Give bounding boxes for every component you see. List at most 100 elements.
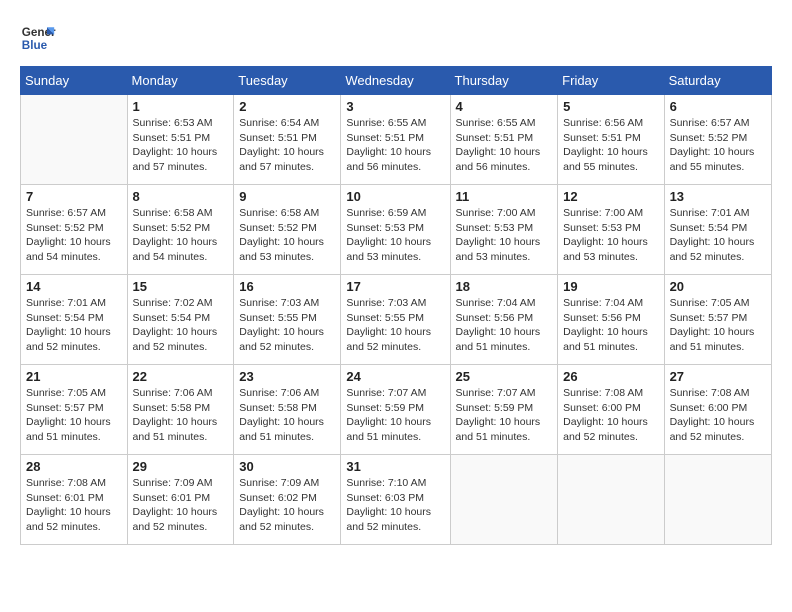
day-cell: 15 Sunrise: 7:02 AM Sunset: 5:54 PM Dayli… — [127, 275, 234, 365]
day-cell: 21 Sunrise: 7:05 AM Sunset: 5:57 PM Dayli… — [21, 365, 128, 455]
day-info: Sunrise: 7:03 AM Sunset: 5:55 PM Dayligh… — [346, 296, 444, 355]
week-row-2: 7 Sunrise: 6:57 AM Sunset: 5:52 PM Daylig… — [21, 185, 772, 275]
day-number: 1 — [133, 99, 229, 114]
day-info: Sunrise: 7:05 AM Sunset: 5:57 PM Dayligh… — [670, 296, 766, 355]
day-number: 22 — [133, 369, 229, 384]
day-info: Sunrise: 7:02 AM Sunset: 5:54 PM Dayligh… — [133, 296, 229, 355]
day-info: Sunrise: 6:58 AM Sunset: 5:52 PM Dayligh… — [133, 206, 229, 265]
page-header: General Blue — [20, 20, 772, 56]
day-number: 13 — [670, 189, 766, 204]
day-info: Sunrise: 6:59 AM Sunset: 5:53 PM Dayligh… — [346, 206, 444, 265]
day-cell: 1 Sunrise: 6:53 AM Sunset: 5:51 PM Daylig… — [127, 95, 234, 185]
day-info: Sunrise: 6:53 AM Sunset: 5:51 PM Dayligh… — [133, 116, 229, 175]
day-number: 31 — [346, 459, 444, 474]
day-number: 30 — [239, 459, 335, 474]
day-info: Sunrise: 7:03 AM Sunset: 5:55 PM Dayligh… — [239, 296, 335, 355]
day-number: 14 — [26, 279, 122, 294]
day-number: 16 — [239, 279, 335, 294]
day-number: 24 — [346, 369, 444, 384]
day-cell — [664, 455, 771, 545]
weekday-header-row: SundayMondayTuesdayWednesdayThursdayFrid… — [21, 67, 772, 95]
svg-text:Blue: Blue — [22, 39, 48, 52]
day-info: Sunrise: 6:55 AM Sunset: 5:51 PM Dayligh… — [456, 116, 553, 175]
logo-icon: General Blue — [20, 20, 56, 56]
day-cell: 17 Sunrise: 7:03 AM Sunset: 5:55 PM Dayli… — [341, 275, 450, 365]
day-cell: 6 Sunrise: 6:57 AM Sunset: 5:52 PM Daylig… — [664, 95, 771, 185]
day-info: Sunrise: 7:08 AM Sunset: 6:01 PM Dayligh… — [26, 476, 122, 535]
day-info: Sunrise: 7:01 AM Sunset: 5:54 PM Dayligh… — [26, 296, 122, 355]
day-info: Sunrise: 6:56 AM Sunset: 5:51 PM Dayligh… — [563, 116, 658, 175]
day-info: Sunrise: 7:08 AM Sunset: 6:00 PM Dayligh… — [670, 386, 766, 445]
day-number: 2 — [239, 99, 335, 114]
day-number: 21 — [26, 369, 122, 384]
day-info: Sunrise: 7:05 AM Sunset: 5:57 PM Dayligh… — [26, 386, 122, 445]
day-cell: 5Sunrise: 6:56 AM Sunset: 5:51 PM Daylig… — [558, 95, 664, 185]
day-cell: 16 Sunrise: 7:03 AM Sunset: 5:55 PM Dayli… — [234, 275, 341, 365]
day-number: 17 — [346, 279, 444, 294]
weekday-sunday: Sunday — [21, 67, 128, 95]
day-number: 20 — [670, 279, 766, 294]
day-cell: 26 Sunrise: 7:08 AM Sunset: 6:00 PM Dayli… — [558, 365, 664, 455]
day-cell — [558, 455, 664, 545]
weekday-friday: Friday — [558, 67, 664, 95]
day-cell: 30 Sunrise: 7:09 AM Sunset: 6:02 PM Dayli… — [234, 455, 341, 545]
day-info: Sunrise: 6:57 AM Sunset: 5:52 PM Dayligh… — [670, 116, 766, 175]
day-number: 10 — [346, 189, 444, 204]
day-cell: 19 Sunrise: 7:04 AM Sunset: 5:56 PM Dayli… — [558, 275, 664, 365]
day-number: 11 — [456, 189, 553, 204]
day-number: 23 — [239, 369, 335, 384]
day-number: 7 — [26, 189, 122, 204]
day-info: Sunrise: 6:58 AM Sunset: 5:52 PM Dayligh… — [239, 206, 335, 265]
weekday-wednesday: Wednesday — [341, 67, 450, 95]
logo: General Blue — [20, 20, 56, 56]
weekday-tuesday: Tuesday — [234, 67, 341, 95]
day-info: Sunrise: 7:10 AM Sunset: 6:03 PM Dayligh… — [346, 476, 444, 535]
day-number: 25 — [456, 369, 553, 384]
day-cell — [21, 95, 128, 185]
day-number: 19 — [563, 279, 658, 294]
day-cell: 29Sunrise: 7:09 AM Sunset: 6:01 PM Dayli… — [127, 455, 234, 545]
day-cell: 24 Sunrise: 7:07 AM Sunset: 5:59 PM Dayli… — [341, 365, 450, 455]
day-info: Sunrise: 7:00 AM Sunset: 5:53 PM Dayligh… — [563, 206, 658, 265]
day-info: Sunrise: 7:04 AM Sunset: 5:56 PM Dayligh… — [563, 296, 658, 355]
calendar-table: SundayMondayTuesdayWednesdayThursdayFrid… — [20, 66, 772, 545]
day-cell: 22 Sunrise: 7:06 AM Sunset: 5:58 PM Dayli… — [127, 365, 234, 455]
week-row-4: 21 Sunrise: 7:05 AM Sunset: 5:57 PM Dayli… — [21, 365, 772, 455]
day-info: Sunrise: 7:00 AM Sunset: 5:53 PM Dayligh… — [456, 206, 553, 265]
day-info: Sunrise: 6:54 AM Sunset: 5:51 PM Dayligh… — [239, 116, 335, 175]
day-info: Sunrise: 7:09 AM Sunset: 6:01 PM Dayligh… — [133, 476, 229, 535]
day-number: 8 — [133, 189, 229, 204]
day-info: Sunrise: 7:08 AM Sunset: 6:00 PM Dayligh… — [563, 386, 658, 445]
day-info: Sunrise: 7:07 AM Sunset: 5:59 PM Dayligh… — [346, 386, 444, 445]
week-row-3: 14 Sunrise: 7:01 AM Sunset: 5:54 PM Dayli… — [21, 275, 772, 365]
weekday-saturday: Saturday — [664, 67, 771, 95]
day-number: 18 — [456, 279, 553, 294]
week-row-1: 1 Sunrise: 6:53 AM Sunset: 5:51 PM Daylig… — [21, 95, 772, 185]
day-info: Sunrise: 7:06 AM Sunset: 5:58 PM Dayligh… — [133, 386, 229, 445]
day-cell: 8 Sunrise: 6:58 AM Sunset: 5:52 PM Daylig… — [127, 185, 234, 275]
day-info: Sunrise: 7:07 AM Sunset: 5:59 PM Dayligh… — [456, 386, 553, 445]
day-cell: 18Sunrise: 7:04 AM Sunset: 5:56 PM Dayli… — [450, 275, 558, 365]
day-info: Sunrise: 7:01 AM Sunset: 5:54 PM Dayligh… — [670, 206, 766, 265]
day-cell: 28 Sunrise: 7:08 AM Sunset: 6:01 PM Dayli… — [21, 455, 128, 545]
day-cell: 3Sunrise: 6:55 AM Sunset: 5:51 PM Daylig… — [341, 95, 450, 185]
day-cell: 14 Sunrise: 7:01 AM Sunset: 5:54 PM Dayli… — [21, 275, 128, 365]
day-cell: 2 Sunrise: 6:54 AM Sunset: 5:51 PM Daylig… — [234, 95, 341, 185]
day-info: Sunrise: 6:57 AM Sunset: 5:52 PM Dayligh… — [26, 206, 122, 265]
day-cell: 25 Sunrise: 7:07 AM Sunset: 5:59 PM Dayli… — [450, 365, 558, 455]
day-info: Sunrise: 7:09 AM Sunset: 6:02 PM Dayligh… — [239, 476, 335, 535]
day-number: 9 — [239, 189, 335, 204]
weekday-monday: Monday — [127, 67, 234, 95]
day-number: 28 — [26, 459, 122, 474]
day-number: 6 — [670, 99, 766, 114]
day-cell: 31 Sunrise: 7:10 AM Sunset: 6:03 PM Dayli… — [341, 455, 450, 545]
day-cell — [450, 455, 558, 545]
day-cell: 27Sunrise: 7:08 AM Sunset: 6:00 PM Dayli… — [664, 365, 771, 455]
day-number: 3 — [346, 99, 444, 114]
day-cell: 12Sunrise: 7:00 AM Sunset: 5:53 PM Dayli… — [558, 185, 664, 275]
day-cell: 13 Sunrise: 7:01 AM Sunset: 5:54 PM Dayli… — [664, 185, 771, 275]
day-number: 15 — [133, 279, 229, 294]
day-cell: 20 Sunrise: 7:05 AM Sunset: 5:57 PM Dayli… — [664, 275, 771, 365]
day-number: 26 — [563, 369, 658, 384]
day-cell: 7 Sunrise: 6:57 AM Sunset: 5:52 PM Daylig… — [21, 185, 128, 275]
